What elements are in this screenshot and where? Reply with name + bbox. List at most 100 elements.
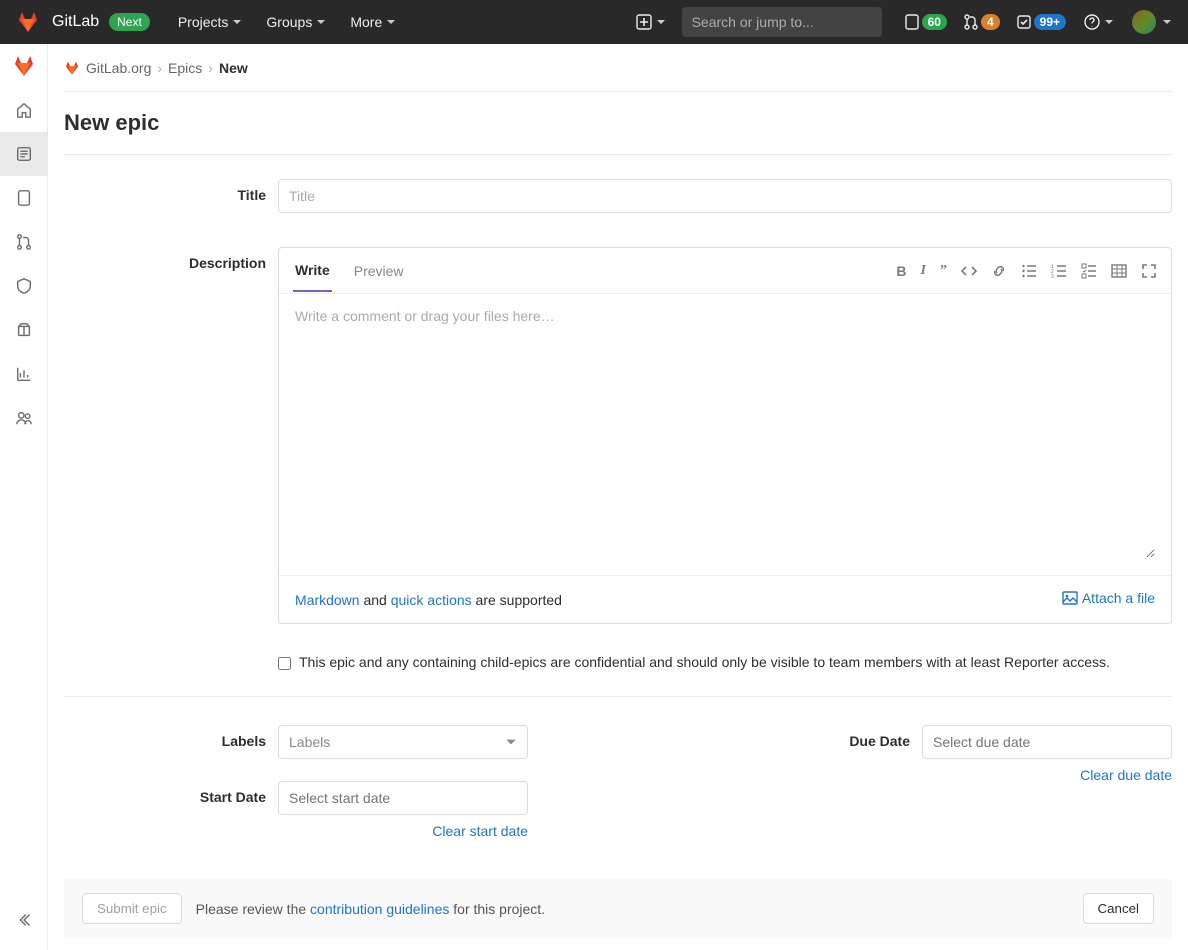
table-icon[interactable] xyxy=(1111,263,1127,279)
top-navbar: GitLab Next Projects Groups More 60 4 99… xyxy=(0,0,1188,44)
contribution-guidelines-link[interactable]: contribution guidelines xyxy=(310,901,449,917)
epic-icon xyxy=(15,145,33,163)
breadcrumb: GitLab.org › Epics › New xyxy=(64,44,1172,92)
collapse-icon xyxy=(15,911,33,929)
task-list-icon[interactable] xyxy=(1081,263,1097,279)
link-icon[interactable] xyxy=(991,263,1007,279)
code-icon[interactable] xyxy=(961,263,977,279)
sidebar-item-security[interactable] xyxy=(0,264,48,308)
description-label: Description xyxy=(64,247,278,271)
nav-issues-count[interactable]: 60 xyxy=(904,14,947,30)
sidebar-item-packages[interactable] xyxy=(0,308,48,352)
nav-projects[interactable]: Projects xyxy=(168,0,253,44)
todos-icon xyxy=(1016,14,1032,30)
image-icon xyxy=(1062,590,1078,606)
sidebar-item-epics[interactable] xyxy=(0,132,48,176)
brand-name: GitLab xyxy=(52,13,99,31)
group-logo-icon[interactable] xyxy=(12,54,36,78)
sidebar-item-analytics[interactable] xyxy=(0,352,48,396)
chevron-down-icon xyxy=(1104,17,1114,27)
breadcrumb-current: New xyxy=(219,60,248,76)
labels-dropdown[interactable]: Labels xyxy=(278,725,528,759)
tab-preview[interactable]: Preview xyxy=(352,251,406,291)
description-textarea[interactable] xyxy=(295,308,1155,558)
chevron-down-icon xyxy=(232,17,242,27)
chevron-down-icon xyxy=(316,17,326,27)
new-menu[interactable] xyxy=(636,14,666,30)
avatar xyxy=(1132,10,1156,34)
nav-todos-count[interactable]: 99+ xyxy=(1016,14,1066,30)
title-label: Title xyxy=(64,179,278,203)
nav-groups[interactable]: Groups xyxy=(256,0,336,44)
quote-icon[interactable]: ” xyxy=(940,263,947,279)
footer-supported: are supported xyxy=(472,592,562,608)
confidential-label: This epic and any containing child-epics… xyxy=(299,654,1110,670)
user-menu[interactable] xyxy=(1126,10,1172,34)
sidebar-item-issues[interactable] xyxy=(0,176,48,220)
issues-icon xyxy=(904,14,920,30)
help-icon xyxy=(1084,14,1100,30)
start-date-label: Start Date xyxy=(64,781,278,805)
bold-icon[interactable]: B xyxy=(896,263,906,279)
nav-more-label: More xyxy=(350,14,382,30)
quick-actions-link[interactable]: quick actions xyxy=(391,592,472,608)
clear-due-date-link[interactable]: Clear due date xyxy=(922,767,1172,783)
confidential-checkbox[interactable] xyxy=(278,657,291,670)
cancel-button[interactable]: Cancel xyxy=(1083,893,1155,924)
editor-footer: Markdown and quick actions are supported… xyxy=(279,575,1171,623)
breadcrumb-section[interactable]: Epics xyxy=(168,60,202,76)
chevron-down-icon xyxy=(656,17,666,27)
chevron-down-icon xyxy=(386,17,396,27)
footer-and: and xyxy=(360,592,391,608)
merge-request-icon xyxy=(15,233,33,251)
nav-mr-count[interactable]: 4 xyxy=(963,14,1000,30)
sidebar xyxy=(0,44,48,950)
nav-projects-label: Projects xyxy=(178,14,229,30)
fullscreen-icon[interactable] xyxy=(1141,263,1157,279)
issues-count-badge: 60 xyxy=(922,14,947,30)
help-menu[interactable] xyxy=(1084,14,1114,30)
content-area: GitLab.org › Epics › New New epic Title … xyxy=(48,44,1188,950)
start-date-input[interactable] xyxy=(278,781,528,815)
sidebar-item-members[interactable] xyxy=(0,396,48,440)
submit-epic-button[interactable]: Submit epic xyxy=(82,893,182,924)
editor-tabs: Write Preview B I ” 123 xyxy=(279,248,1171,294)
title-input[interactable] xyxy=(278,179,1172,213)
page-title: New epic xyxy=(64,110,1172,136)
shield-icon xyxy=(15,277,33,295)
todos-count-badge: 99+ xyxy=(1034,14,1066,30)
due-date-label: Due Date xyxy=(849,725,922,749)
chart-icon xyxy=(15,365,33,383)
next-badge[interactable]: Next xyxy=(109,13,150,31)
plus-square-icon xyxy=(636,14,652,30)
attach-file-button[interactable]: Attach a file xyxy=(1062,590,1155,606)
chevron-down-icon xyxy=(1162,17,1172,27)
search-input[interactable] xyxy=(692,14,873,30)
review-prefix: Please review the xyxy=(196,901,310,917)
due-date-input[interactable] xyxy=(922,725,1172,759)
mr-count-badge: 4 xyxy=(981,14,1000,30)
sidebar-item-home[interactable] xyxy=(0,88,48,132)
nav-more[interactable]: More xyxy=(340,0,406,44)
confidential-row: This epic and any containing child-epics… xyxy=(64,654,1172,670)
gitlab-logo-icon[interactable] xyxy=(16,10,40,34)
breadcrumb-sep: › xyxy=(157,60,162,76)
tab-write[interactable]: Write xyxy=(293,250,332,292)
labels-label: Labels xyxy=(64,725,278,749)
actions-bar: Submit epic Please review the contributi… xyxy=(64,879,1172,938)
chevron-down-icon xyxy=(505,736,517,748)
markdown-link[interactable]: Markdown xyxy=(295,592,360,608)
clear-start-date-link[interactable]: Clear start date xyxy=(278,823,528,839)
breadcrumb-group[interactable]: GitLab.org xyxy=(86,60,151,76)
bullet-list-icon[interactable] xyxy=(1021,263,1037,279)
sidebar-item-merge-requests[interactable] xyxy=(0,220,48,264)
italic-icon[interactable]: I xyxy=(921,263,926,279)
nav-groups-label: Groups xyxy=(266,14,312,30)
divider xyxy=(64,154,1172,155)
numbered-list-icon[interactable]: 123 xyxy=(1051,263,1067,279)
gitlab-icon xyxy=(64,60,80,76)
package-icon xyxy=(15,321,33,339)
sidebar-collapse-button[interactable] xyxy=(0,900,48,940)
svg-text:3: 3 xyxy=(1051,274,1054,279)
search-box[interactable] xyxy=(682,7,882,37)
